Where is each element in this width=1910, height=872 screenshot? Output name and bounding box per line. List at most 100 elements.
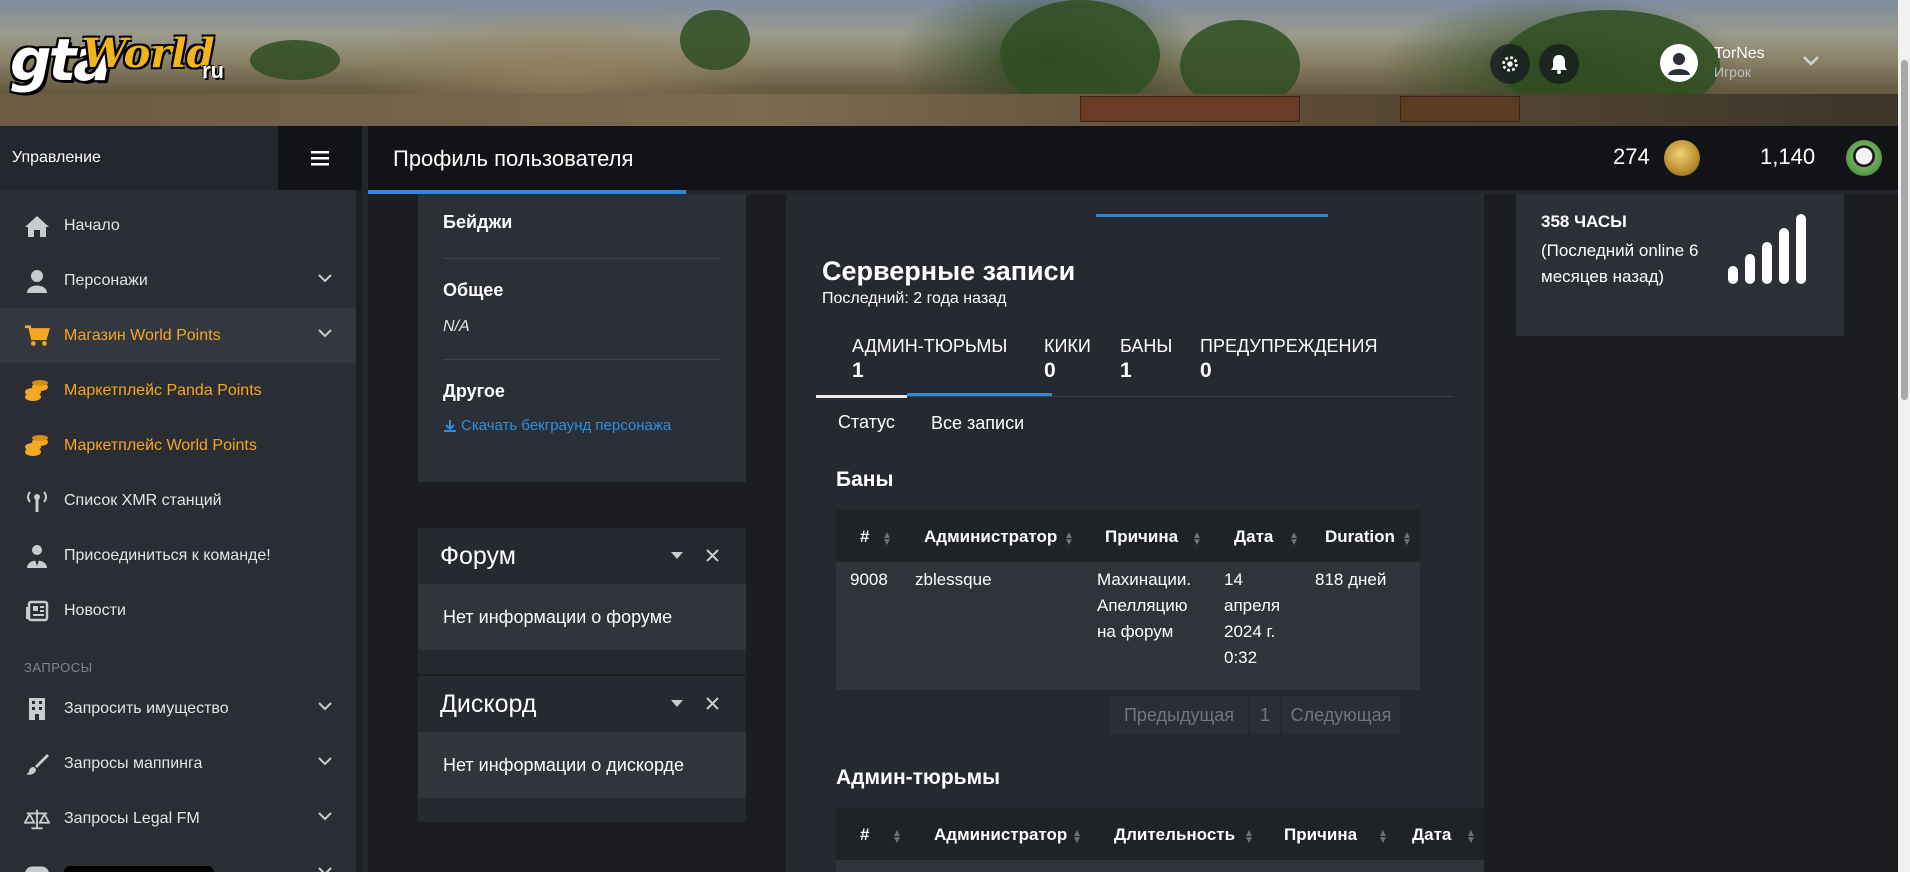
sidebar-item-label: Запросы Legal FM [64, 809, 200, 827]
stat-label: БАНЫ [1120, 336, 1173, 356]
server-records-section: Серверные записи Последний: 2 года назад… [786, 194, 1484, 872]
sidebar-item-world-marketplace[interactable]: Маркетплейс World Points [0, 418, 362, 473]
sidebar-item-mapping-requests[interactable]: Запросы маппинга [0, 736, 362, 791]
stat-bans[interactable]: БАНЫ 1 [1120, 336, 1172, 383]
col-id[interactable]: # [860, 527, 869, 547]
tabs-divider [816, 396, 1454, 397]
sort-icon[interactable]: ▲ ▼ [1072, 829, 1082, 846]
ban-duration: 818 дней [1315, 570, 1387, 589]
caret-down-icon[interactable] [671, 700, 683, 708]
sidebar-section-requests: ЗАПРОСЫ [24, 660, 93, 675]
user-avatar[interactable] [1660, 44, 1698, 82]
sort-icon[interactable]: ▲ ▼ [892, 829, 902, 846]
close-icon[interactable] [706, 549, 719, 562]
discord-title: Дискорд [440, 689, 537, 718]
sidebar-scrollbar[interactable] [356, 190, 362, 872]
sidebar-item-news[interactable]: Новости [0, 583, 362, 638]
sidebar-item-legal-fm[interactable]: Запросы Legal FM [0, 791, 362, 846]
sort-icon[interactable]: ▲ ▼ [1244, 829, 1254, 846]
page-scrollbar[interactable] [1898, 0, 1910, 872]
sort-icon[interactable]: ▲ ▼ [1466, 829, 1476, 846]
col-reason[interactable]: Причина [1105, 527, 1178, 547]
pager-next-button[interactable]: Следующая [1282, 696, 1400, 734]
discord-panel: Дискорд Нет информации о дискорде [418, 676, 746, 822]
sidebar-item-label: Маркетплейс Panda Points [64, 381, 262, 399]
sidebar-item-world-points-shop[interactable]: Магазин World Points [0, 308, 362, 363]
col-id[interactable]: # [860, 825, 869, 845]
coins-icon [24, 378, 50, 404]
divider [443, 258, 721, 259]
col-date[interactable]: Дата [1234, 527, 1273, 547]
menu-toggle-button[interactable] [278, 126, 362, 190]
sidebar-item-home[interactable]: Начало [0, 198, 362, 253]
banner-train [1400, 96, 1520, 122]
sidebar-item-cutoff[interactable] [0, 846, 362, 872]
sidebar-item-label: Присоединиться к команде! [64, 546, 271, 564]
stat-label: ПРЕДУПРЕЖДЕНИЯ [1200, 336, 1378, 356]
col-length[interactable]: Длительность [1114, 825, 1235, 845]
download-link-text: Скачать бекграунд персонажа [461, 417, 672, 434]
sidebar: Управление Начало Персонажи Магазин Worl… [0, 126, 362, 872]
sidebar-item-panda-marketplace[interactable]: Маркетплейс Panda Points [0, 363, 362, 418]
sort-icon[interactable]: ▲ ▼ [1064, 531, 1074, 548]
col-date[interactable]: Дата [1412, 825, 1451, 845]
coins-icon [24, 433, 50, 459]
ban-date-line: апреля [1224, 596, 1281, 615]
user-name[interactable]: TorNes [1714, 45, 1765, 63]
caret-down-icon[interactable] [671, 552, 683, 560]
notifications-button[interactable] [1539, 44, 1579, 84]
building-icon [24, 696, 50, 722]
sort-icon[interactable]: ▲ ▼ [882, 531, 892, 548]
gtaworld-logo[interactable]: gta World ru [10, 18, 230, 98]
badge-coin-icon [1664, 140, 1700, 176]
divider [443, 359, 721, 360]
home-icon [24, 213, 50, 239]
download-icon [444, 419, 456, 432]
stat-value: 1 [1120, 359, 1132, 382]
page-scrollbar-thumb[interactable] [1901, 60, 1908, 400]
chevron-down-icon [318, 757, 332, 766]
sort-icon[interactable]: ▲ ▼ [1192, 531, 1202, 548]
col-reason[interactable]: Причина [1284, 825, 1357, 845]
banner-train [1080, 96, 1300, 122]
sidebar-item-characters[interactable]: Персонажи [0, 253, 362, 308]
last-online-line: месяцев назад) [1541, 267, 1665, 286]
col-admin[interactable]: Администратор [934, 825, 1067, 845]
stat-kicks[interactable]: КИКИ 0 [1044, 336, 1091, 383]
stat-label: АДМИН-ТЮРЬМЫ [852, 336, 1008, 356]
download-background-link[interactable]: Скачать бекграунд персонажа [443, 417, 671, 434]
discord-panel-body: Нет информации о дискорде [418, 732, 746, 798]
stat-value: 0 [1044, 359, 1056, 382]
panda-coin-icon [1846, 140, 1882, 176]
other-heading: Другое [443, 381, 505, 401]
chevron-down-icon [318, 329, 332, 338]
sort-icon[interactable]: ▲ ▼ [1378, 829, 1388, 846]
general-heading: Общее [443, 280, 504, 300]
tab-status[interactable]: Статус [838, 412, 895, 433]
page-title: Профиль пользователя [393, 146, 634, 171]
cart-icon [24, 323, 50, 349]
sort-icon[interactable]: ▲ ▼ [1289, 531, 1299, 548]
col-duration[interactable]: Duration [1325, 527, 1395, 547]
sidebar-item-label: Начало [64, 216, 120, 234]
sidebar-item-xmr-stations[interactable]: Список XMR станций [0, 473, 362, 528]
tab-all-records[interactable]: Все записи [931, 413, 1024, 434]
close-icon[interactable] [706, 697, 719, 710]
sidebar-item-label: Маркетплейс World Points [64, 436, 257, 454]
forum-panel-body: Нет информации о форуме [418, 584, 746, 650]
sidebar-item-request-property[interactable]: Запросить имущество [0, 681, 362, 736]
col-admin[interactable]: Администратор [924, 527, 1057, 547]
banner-tree [680, 10, 750, 70]
sidebar-item-join-team[interactable]: Присоединиться к команде! [0, 528, 362, 583]
chevron-down-icon[interactable] [1800, 50, 1822, 72]
sort-icon[interactable]: ▲ ▼ [1402, 531, 1412, 548]
stat-admin-jails[interactable]: АДМИН-ТЮРЬМЫ 1 [852, 336, 1007, 383]
stat-warnings[interactable]: ПРЕДУПРЕЖДЕНИЯ 0 [1200, 336, 1377, 383]
pager-prev-button[interactable]: Предыдущая [1110, 696, 1248, 734]
main-content: Бейджи Общее N/A Другое Скачать бекграун… [368, 194, 1898, 872]
ban-date-line: 2024 г. [1224, 622, 1276, 641]
settings-button[interactable] [1490, 44, 1530, 84]
ban-date-line: 14 [1224, 570, 1243, 589]
pager-page-1[interactable]: 1 [1250, 696, 1280, 734]
chevron-down-icon [318, 812, 332, 821]
